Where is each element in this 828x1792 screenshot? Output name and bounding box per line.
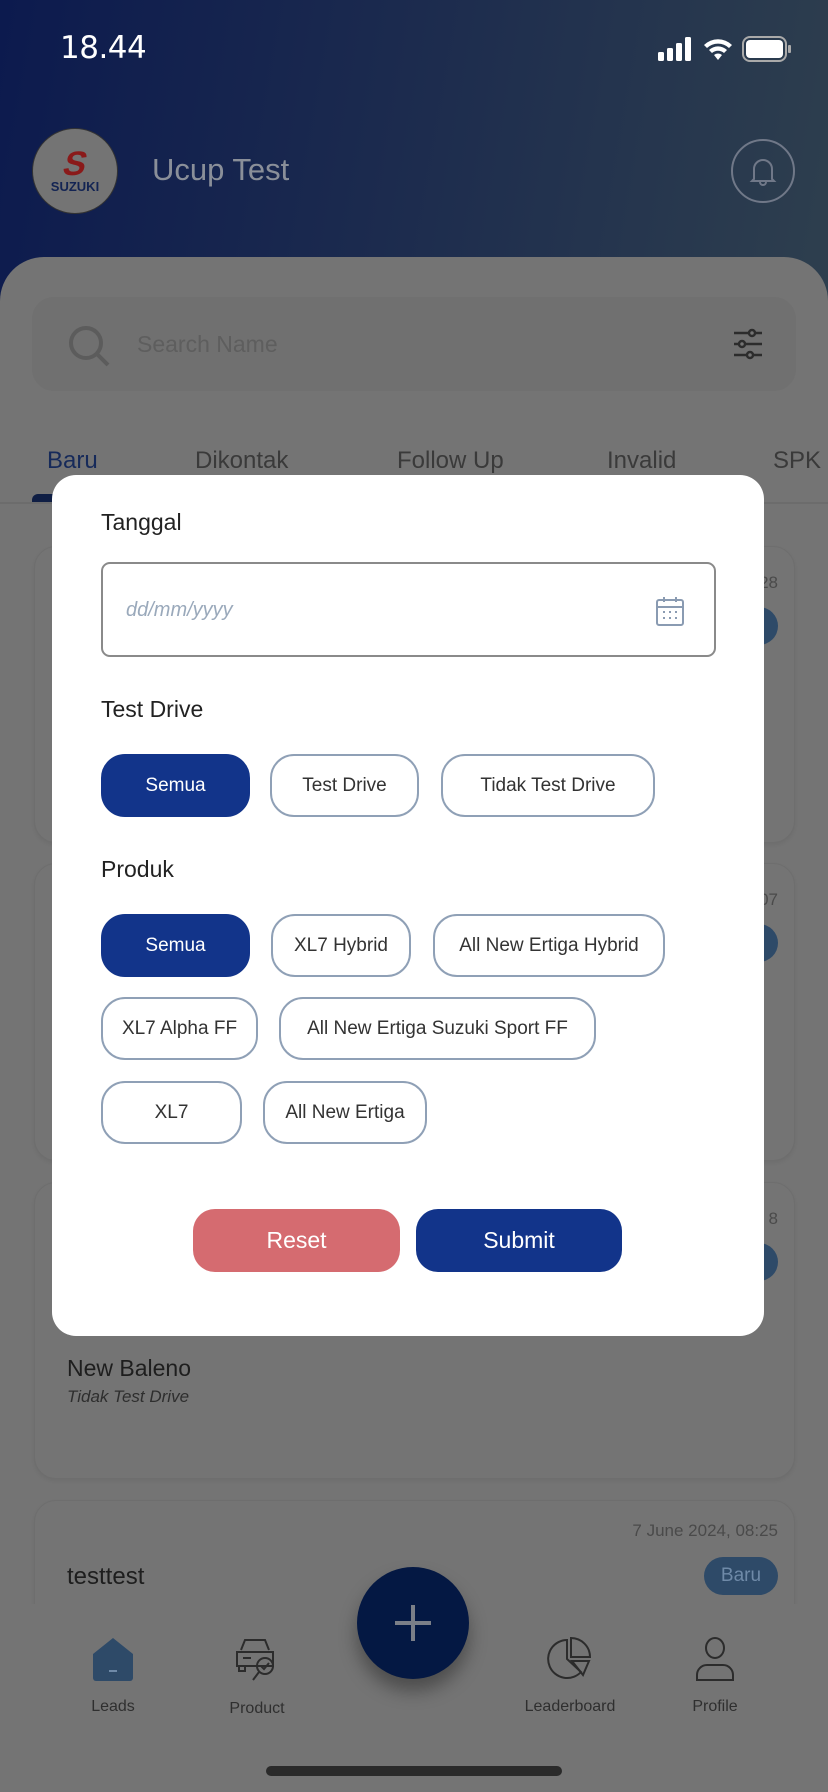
product-chip-all-new-ertiga-hybrid[interactable]: All New Ertiga Hybrid — [433, 914, 665, 977]
product-label: Produk — [101, 856, 174, 882]
pie-chart-icon — [547, 1636, 592, 1679]
product-chip-xl7[interactable]: XL7 — [101, 1081, 242, 1144]
date-input[interactable]: dd/mm/yyyy — [101, 562, 716, 657]
product-chip-xl7-hybrid[interactable]: XL7 Hybrid — [271, 914, 411, 977]
submit-button[interactable]: Submit — [416, 1209, 622, 1272]
nav-leaderboard[interactable]: Leaderboard — [500, 1636, 640, 1716]
product-chip-xl7-alpha-ff[interactable]: XL7 Alpha FF — [101, 997, 258, 1060]
status-time: 18.44 — [60, 30, 147, 66]
add-lead-button[interactable] — [357, 1567, 469, 1679]
card-model: New Baleno — [67, 1355, 192, 1381]
status-icons — [658, 36, 792, 62]
home-indicator — [266, 1766, 562, 1776]
product-chip-all-new-ertiga-suzuki-sport-ff[interactable]: All New Ertiga Suzuki Sport FF — [279, 997, 596, 1060]
card-test-drive: Tidak Test Drive — [67, 1387, 190, 1406]
search-input[interactable]: Search Name — [137, 331, 278, 358]
tab-baru[interactable]: Baru — [47, 447, 98, 475]
date-placeholder: dd/mm/yyyy — [126, 599, 233, 621]
card-name: testtest — [67, 1563, 145, 1590]
status-badge: Baru — [704, 1557, 778, 1595]
signal-icon — [658, 37, 691, 61]
tab-spk[interactable]: SPK — [773, 447, 821, 475]
nav-label: Leads — [91, 1698, 135, 1715]
nav-leads[interactable]: Leads — [43, 1636, 183, 1716]
card-timestamp: 7 June 2024, 08:25 — [632, 1521, 778, 1540]
battery-icon — [742, 36, 791, 62]
product-chip-semua[interactable]: Semua — [101, 914, 250, 977]
calendar-icon[interactable] — [656, 596, 684, 626]
user-name: Ucup Test — [152, 152, 290, 187]
nav-profile[interactable]: Profile — [645, 1636, 785, 1716]
filter-icon[interactable] — [730, 328, 766, 360]
test-drive-chip-semua[interactable]: Semua — [101, 754, 250, 817]
product-chip-all-new-ertiga[interactable]: All New Ertiga — [263, 1081, 427, 1144]
notification-button[interactable] — [731, 139, 795, 203]
avatar[interactable]: S SUZUKI — [32, 128, 118, 214]
tab-invalid[interactable]: Invalid — [607, 447, 676, 475]
nav-label: Product — [229, 1700, 285, 1717]
card-timestamp: 8 — [768, 1209, 778, 1228]
wifi-icon — [704, 39, 732, 60]
filter-modal: Tanggal dd/mm/yyyy Test Drive Semua Test… — [52, 475, 764, 1336]
reset-button[interactable]: Reset — [193, 1209, 400, 1272]
search-icon — [69, 326, 110, 367]
nav-label: Leaderboard — [524, 1698, 616, 1715]
car-search-icon — [236, 1639, 274, 1681]
test-drive-label: Test Drive — [101, 696, 204, 722]
date-label: Tanggal — [101, 509, 182, 535]
tab-dikontak[interactable]: Dikontak — [195, 447, 288, 475]
bell-icon — [749, 159, 777, 186]
home-icon — [93, 1638, 133, 1681]
nav-product[interactable]: Product — [187, 1636, 327, 1718]
test-drive-chip-tidak-test-drive[interactable]: Tidak Test Drive — [441, 754, 655, 817]
user-icon — [696, 1637, 734, 1681]
suzuki-logo-icon: S — [58, 144, 92, 183]
tab-follow-up[interactable]: Follow Up — [397, 447, 504, 475]
plus-icon — [395, 1605, 431, 1641]
nav-label: Profile — [692, 1698, 738, 1715]
test-drive-chip-test-drive[interactable]: Test Drive — [270, 754, 419, 817]
